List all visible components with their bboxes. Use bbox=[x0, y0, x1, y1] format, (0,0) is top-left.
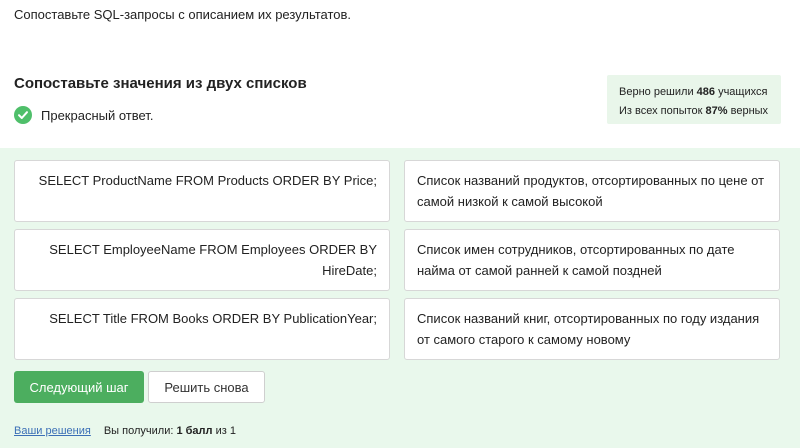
description-card[interactable]: Список имен сотрудников, отсортированных… bbox=[404, 229, 780, 291]
feedback-text: Прекрасный ответ. bbox=[41, 107, 154, 123]
query-card[interactable]: SELECT EmployeeName FROM Employees ORDER… bbox=[14, 229, 390, 291]
score-text: Вы получили: 1 балл из 1 bbox=[103, 425, 236, 437]
score-value: 1 балл bbox=[176, 425, 213, 437]
your-solutions-link[interactable]: Ваши решения bbox=[14, 425, 91, 437]
query-card[interactable]: SELECT ProductName FROM Products ORDER B… bbox=[14, 160, 390, 222]
stats-solved-line: Верно решили 486 учащихся bbox=[619, 86, 768, 98]
feedback-message: Прекрасный ответ. bbox=[14, 106, 153, 124]
retry-button[interactable]: Решить снова bbox=[148, 371, 265, 403]
footer: Ваши решения Вы получили: 1 балл из 1 bbox=[14, 425, 236, 437]
stats-box: Верно решили 486 учащихся Из всех попыто… bbox=[607, 75, 781, 124]
stats-percent-line: Из всех попыток 87% верных bbox=[619, 105, 769, 117]
next-step-button[interactable]: Следующий шаг bbox=[14, 371, 144, 403]
correct-percent: 87% bbox=[705, 105, 728, 117]
check-circle-icon bbox=[14, 106, 32, 124]
description-card[interactable]: Список названий продуктов, отсортированн… bbox=[404, 160, 780, 222]
solved-count: 486 bbox=[696, 86, 716, 98]
description-card[interactable]: Список названий книг, отсортированных по… bbox=[404, 298, 780, 360]
query-card[interactable]: SELECT Title FROM Books ORDER BY Publica… bbox=[14, 298, 390, 360]
task-title: Сопоставьте значения из двух списков bbox=[14, 75, 307, 92]
task-prompt: Сопоставьте SQL-запросы с описанием их р… bbox=[14, 7, 352, 22]
